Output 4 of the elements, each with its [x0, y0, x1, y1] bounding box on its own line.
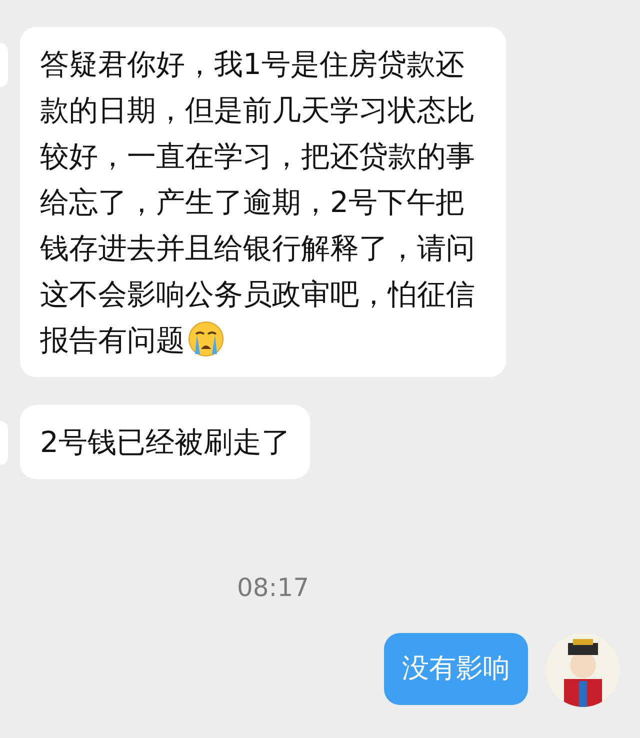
message-bubble: 答疑君你好，我1号是住房贷款还款的日期，但是前几天学习状态比较好，一直在学习，把还贷款的事给忘了，产生了逾期，2号下午把钱存进去并且给银行解释了，请问这不会影响公务员政审吧，怕征信报告有问题	[20, 27, 506, 377]
timestamp: 08:17	[236, 573, 310, 603]
message-bubble: 2号钱已经被刷走了	[20, 405, 310, 479]
message-bubble: 没有影响	[384, 633, 528, 705]
